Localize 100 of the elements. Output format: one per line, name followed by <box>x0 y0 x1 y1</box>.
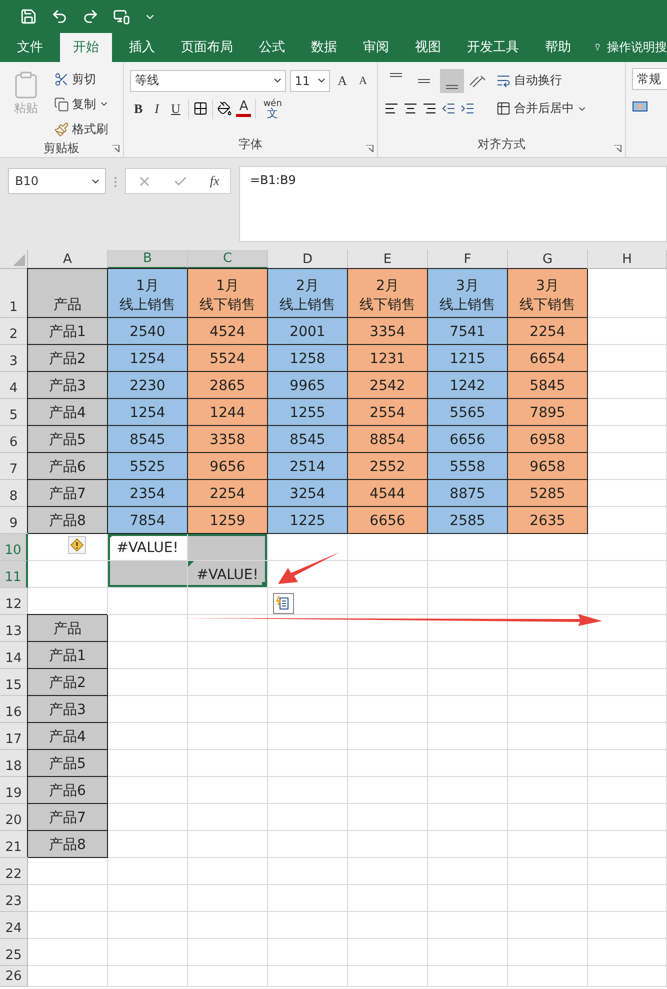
ribbon-tab[interactable]: 视图 <box>402 33 454 62</box>
table-cell[interactable]: 5285 <box>508 480 588 507</box>
table-cell[interactable]: 7895 <box>508 399 588 426</box>
fill-handle[interactable] <box>262 582 267 587</box>
table-cell[interactable]: 6958 <box>508 426 588 453</box>
table-cell[interactable] <box>428 966 508 987</box>
table-cell[interactable]: #VALUE! <box>188 561 268 588</box>
table-cell[interactable]: 产品8 <box>28 831 108 858</box>
table-cell[interactable] <box>588 804 667 831</box>
table-cell[interactable] <box>28 561 108 588</box>
table-cell[interactable] <box>508 885 588 912</box>
table-cell[interactable]: 2001 <box>268 318 348 345</box>
table-cell[interactable]: 2585 <box>428 507 508 534</box>
table-cell[interactable] <box>108 777 188 804</box>
table-cell[interactable]: 1259 <box>188 507 268 534</box>
table-cell[interactable]: 3月 线下销售 <box>508 269 588 318</box>
table-cell[interactable] <box>108 669 188 696</box>
table-cell[interactable]: 1255 <box>268 399 348 426</box>
format-painter-button[interactable]: 格式刷 <box>52 118 111 140</box>
touch-mode-icon[interactable] <box>113 8 130 25</box>
table-cell[interactable] <box>508 723 588 750</box>
table-cell[interactable]: 3月 线上销售 <box>428 269 508 318</box>
quick-analysis-icon[interactable] <box>273 593 294 614</box>
table-cell[interactable] <box>508 696 588 723</box>
table-cell[interactable] <box>268 642 348 669</box>
row-header[interactable]: 25 <box>0 939 28 966</box>
table-cell[interactable] <box>108 831 188 858</box>
row-header[interactable]: 26 <box>0 966 28 987</box>
undo-icon[interactable] <box>51 8 68 25</box>
table-cell[interactable] <box>588 912 667 939</box>
table-cell[interactable] <box>268 534 348 561</box>
table-cell[interactable] <box>428 831 508 858</box>
row-header[interactable]: 16 <box>0 696 28 723</box>
table-cell[interactable]: 5558 <box>428 453 508 480</box>
table-cell[interactable] <box>188 750 268 777</box>
table-cell[interactable] <box>268 669 348 696</box>
table-cell[interactable] <box>188 804 268 831</box>
row-header[interactable]: 14 <box>0 642 28 669</box>
bottom-align-button[interactable] <box>440 68 464 92</box>
table-cell[interactable] <box>28 885 108 912</box>
row-header[interactable]: 20 <box>0 804 28 831</box>
table-cell[interactable]: 8545 <box>268 426 348 453</box>
table-cell[interactable]: 产品3 <box>28 372 108 399</box>
table-cell[interactable] <box>508 750 588 777</box>
table-cell[interactable] <box>108 804 188 831</box>
table-cell[interactable] <box>188 642 268 669</box>
table-cell[interactable] <box>428 561 508 588</box>
table-cell[interactable] <box>108 858 188 885</box>
table-cell[interactable] <box>588 588 667 615</box>
orientation-icon[interactable] <box>468 72 488 88</box>
table-cell[interactable] <box>188 777 268 804</box>
table-cell[interactable]: 6656 <box>428 426 508 453</box>
column-header[interactable]: F <box>428 250 508 269</box>
table-cell[interactable]: 产品3 <box>28 696 108 723</box>
column-header[interactable]: G <box>508 250 588 269</box>
table-cell[interactable] <box>188 588 268 615</box>
table-cell[interactable] <box>348 588 428 615</box>
table-cell[interactable]: 产品5 <box>28 750 108 777</box>
table-cell[interactable]: 2514 <box>268 453 348 480</box>
borders-icon[interactable] <box>193 101 208 116</box>
font-color-button[interactable]: A <box>236 100 252 117</box>
table-cell[interactable] <box>588 858 667 885</box>
row-header[interactable]: 18 <box>0 750 28 777</box>
table-cell[interactable] <box>348 642 428 669</box>
table-cell[interactable]: 5525 <box>108 453 188 480</box>
column-header[interactable]: H <box>588 250 667 269</box>
table-cell[interactable] <box>588 966 667 987</box>
table-cell[interactable]: 产品1 <box>28 642 108 669</box>
ribbon-tab[interactable]: 文件 <box>4 33 56 62</box>
table-cell[interactable] <box>508 939 588 966</box>
align-right-icon[interactable] <box>422 101 437 116</box>
table-cell[interactable]: 产品2 <box>28 669 108 696</box>
table-cell[interactable] <box>428 696 508 723</box>
merge-center-button[interactable]: 合并后居中 <box>494 96 589 121</box>
table-cell[interactable] <box>508 966 588 987</box>
table-cell[interactable] <box>28 534 108 561</box>
table-cell[interactable]: 1月 线上销售 <box>108 269 188 318</box>
table-cell[interactable] <box>348 615 428 642</box>
table-cell[interactable] <box>588 885 667 912</box>
row-header[interactable]: 22 <box>0 858 28 885</box>
ribbon-tab[interactable]: 帮助 <box>532 33 584 62</box>
table-cell[interactable] <box>588 318 667 345</box>
table-cell[interactable]: 4524 <box>188 318 268 345</box>
number-format-dropdown[interactable]: 常规 <box>632 68 667 90</box>
table-cell[interactable]: 产品 <box>28 615 108 642</box>
copy-button[interactable]: 复制 <box>52 93 111 115</box>
table-cell[interactable] <box>588 561 667 588</box>
table-cell[interactable] <box>508 858 588 885</box>
increase-indent-icon[interactable] <box>460 101 475 116</box>
table-cell[interactable]: 2554 <box>348 399 428 426</box>
ribbon-tab[interactable]: 页面布局 <box>168 33 246 62</box>
table-cell[interactable] <box>268 615 348 642</box>
table-cell[interactable] <box>268 885 348 912</box>
table-cell[interactable] <box>108 912 188 939</box>
table-cell[interactable]: 9658 <box>508 453 588 480</box>
table-cell[interactable] <box>428 939 508 966</box>
increase-font-size-button[interactable]: A <box>334 72 352 88</box>
table-cell[interactable]: 产品2 <box>28 345 108 372</box>
table-cell[interactable]: 5845 <box>508 372 588 399</box>
table-cell[interactable] <box>268 696 348 723</box>
